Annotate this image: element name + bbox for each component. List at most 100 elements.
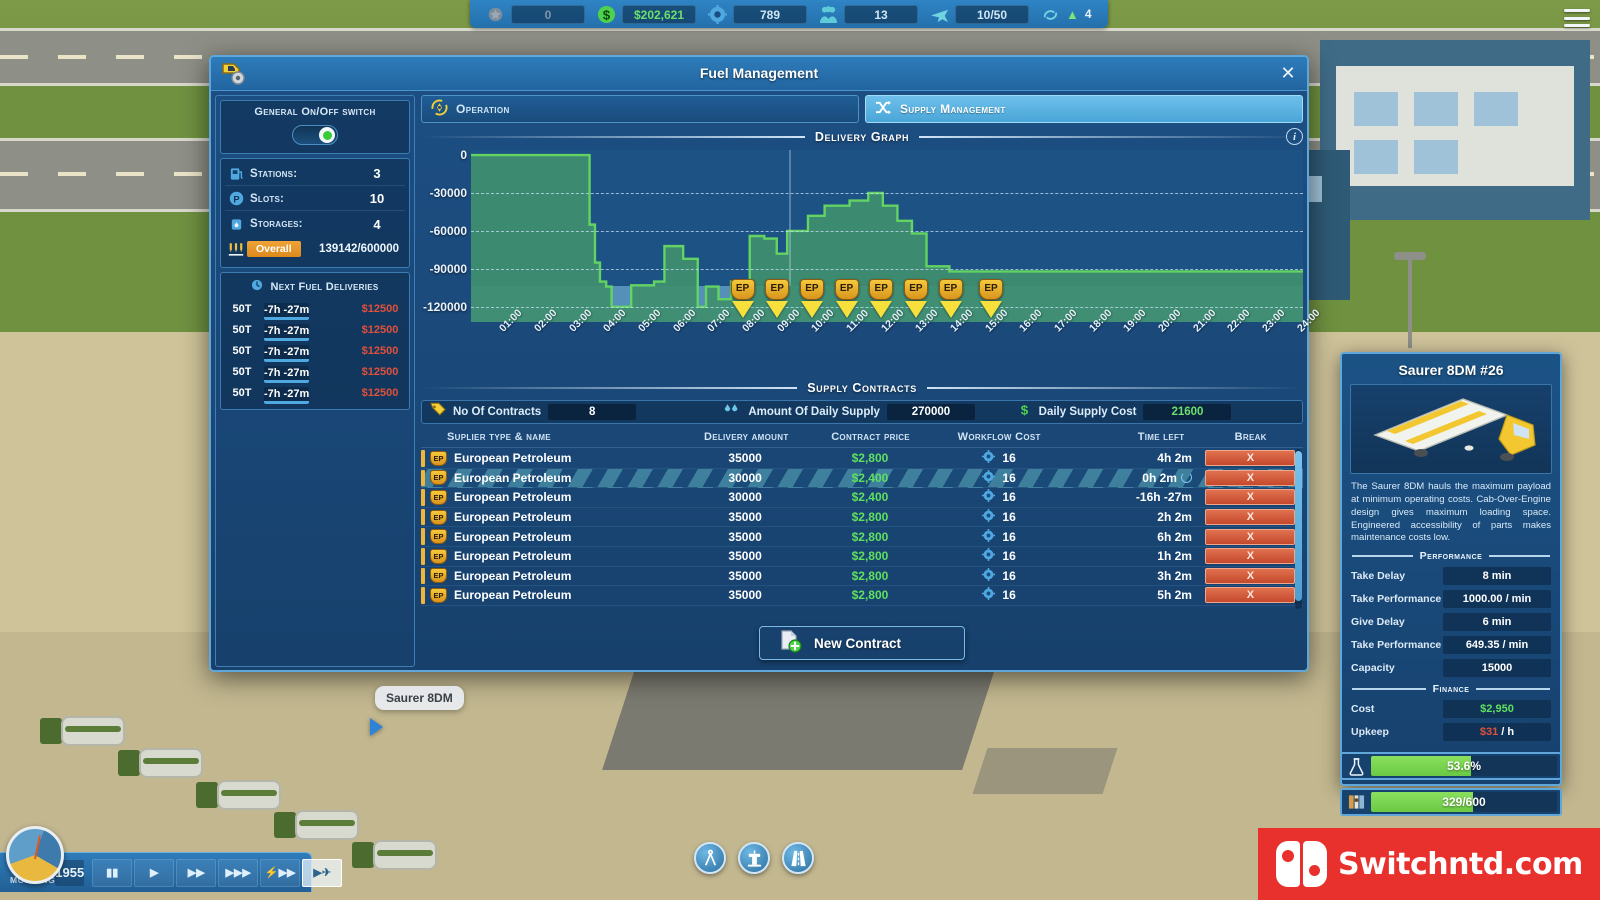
finance-title: Finance [1433,683,1470,695]
research-progress-bar[interactable]: 53.6% [1340,752,1562,780]
gridline [471,231,1303,232]
tab-supply-management[interactable]: Supply Management [865,95,1303,123]
supplier-badge-icon: EP [430,588,447,603]
new-contract-icon [778,629,802,658]
delivery-row[interactable]: 50T-7h -27m$12500 [224,320,406,340]
delivery-amount: 50T [224,345,260,357]
tanker-vehicle[interactable] [352,836,438,876]
summary-daily-supply: Amount Of Daily Supply 270000 [715,402,1008,422]
people-icon [819,5,838,24]
tab-operation-label: Operation [456,102,510,116]
max-icon[interactable]: ▶✈ [302,859,342,887]
tanker-vehicle[interactable] [274,806,360,846]
new-contract-button[interactable]: New Contract [759,626,965,660]
stat-row-storages: Storages: 4 [225,212,405,236]
hud-value-recycle: 4 [1085,7,1092,21]
gear-icon [982,548,995,564]
break-contract-button[interactable]: X [1205,470,1295,486]
delivery-row[interactable]: 50T-7h -27m$12500 [224,383,406,403]
delivery-row[interactable]: 50T-7h -27m$12500 [224,362,406,382]
contracts-scrollbar[interactable] [1295,449,1302,609]
ff-icon[interactable]: ▶▶ [176,859,216,887]
vehicle-preview-image [1350,384,1552,474]
hud-item-planes[interactable]: 10/50 [924,5,1035,24]
table-row[interactable]: EPEuropean Petroleum35000$2,800165h 2mX [421,586,1303,606]
contract-price-value: $2,800 [810,530,931,544]
gear-icon [708,5,727,24]
tab-bar: Operation Supply Management [421,95,1303,123]
population-progress-bar[interactable]: 329/600 [1340,788,1562,816]
workflow-cost-value: 16 [1002,510,1015,524]
fff-icon[interactable]: ▶▶▶ [218,859,258,887]
y-axis-tick: -120000 [423,300,467,314]
hud-item-money[interactable]: $ $202,621 [591,5,702,24]
break-contract-button[interactable]: X [1205,568,1295,584]
contracts-table-body[interactable]: EPEuropean Petroleum35000$2,800164h 2mX E… [421,449,1303,609]
hud-item-star[interactable]: 0 [480,5,591,24]
hud-item-recycle[interactable]: ▲ 4 [1035,5,1098,24]
pause-icon[interactable]: ▮▮ [92,859,132,887]
delivery-amount-value: 35000 [681,569,810,583]
hud-item-production[interactable]: 789 [702,5,813,24]
break-contract-button[interactable]: X [1205,587,1295,603]
menu-line [1564,9,1590,12]
vehicle-info-panel: Saurer 8DM #26 The Saurer 8DM hauls the … [1340,352,1562,786]
contract-price-value: $2,800 [810,451,931,465]
delivery-amount-value: 35000 [681,588,810,602]
summary-label-daily-cost: Daily Supply Cost [1039,406,1137,418]
break-contract-button[interactable]: X [1205,450,1295,466]
table-row[interactable]: EPEuropean Petroleum35000$2,800166h 2mX [421,527,1303,547]
compass-icon[interactable] [694,842,726,874]
storage-icon [225,216,247,232]
close-icon[interactable]: ✕ [1277,63,1299,85]
column-header-supplier: Suplier type & name [421,431,682,443]
tanker-vehicle[interactable] [118,744,204,784]
table-row[interactable]: EPEuropean Petroleum35000$2,800161h 2mX [421,547,1303,567]
table-row[interactable]: EPEuropean Petroleum35000$2,800163h 2mX [421,567,1303,587]
tanker-vehicle[interactable] [40,712,126,752]
break-contract-button[interactable]: X [1205,489,1295,505]
tab-operation[interactable]: Operation [421,95,859,123]
supplier-badge-icon: EP [430,490,447,505]
gear-icon [982,587,995,603]
contract-price-value: $2,400 [810,490,931,504]
graph-plot-area [471,150,1303,322]
info-icon[interactable]: i [1286,128,1303,145]
tag-icon [430,402,446,422]
supply-contracts-title: Supply Contracts [807,381,917,395]
gridline [471,307,1303,308]
column-header-price: Contract price [811,431,931,443]
table-row[interactable]: EPEuropean Petroleum35000$2,800164h 2mX [421,449,1303,469]
table-row[interactable]: EPEuropean Petroleum35000$2,800162h 2mX [421,508,1303,528]
menu-button[interactable] [1562,6,1592,30]
workflow-cost-value: 16 [1002,530,1015,544]
break-contract-button[interactable]: X [1205,509,1295,525]
break-contract-button[interactable]: X [1205,548,1295,564]
station-stats-section: Stations: 3 P Slots: 10 Storages: 4 [220,158,410,268]
table-row[interactable]: EPEuropean Petroleum30000$2,40016-16h -2… [421,488,1303,508]
summary-daily-cost: $ Daily Supply Cost 21600 [1009,402,1302,423]
road-icon[interactable] [782,842,814,874]
hud-item-people[interactable]: 13 [813,5,924,24]
delivery-amount-value: 35000 [681,549,810,563]
tanker-vehicle[interactable] [196,776,282,816]
stat-value-storages: 4 [349,217,405,232]
general-onoff-toggle[interactable] [292,125,338,145]
scrollbar-thumb[interactable] [1295,451,1302,601]
watermark-text: Switchntd.com [1338,847,1583,882]
column-header-amount: Delivery amount [682,431,811,443]
delivery-row[interactable]: 50T-7h -27m$12500 [224,299,406,319]
new-contract-label: New Contract [814,636,901,651]
time-left-value: 0h 2m [1142,471,1177,485]
stat-label-storages: Storages: [247,218,349,230]
table-row[interactable]: EPEuropean Petroleum30000$2,400160h 2mX [421,469,1303,489]
break-contract-button[interactable]: X [1205,529,1295,545]
play-icon[interactable]: ▶ [134,859,174,887]
parking-icon: P [225,191,247,206]
speed-buttons: ▮▮▶▶▶▶▶▶⚡▶▶▶✈ [90,859,342,887]
delivery-cost: $12500 [354,366,406,378]
delivery-row[interactable]: 50T-7h -27m$12500 [224,341,406,361]
turbo-icon[interactable]: ⚡▶▶ [260,859,300,887]
tower-icon[interactable] [738,842,770,874]
people-bar-icon [1345,793,1367,811]
